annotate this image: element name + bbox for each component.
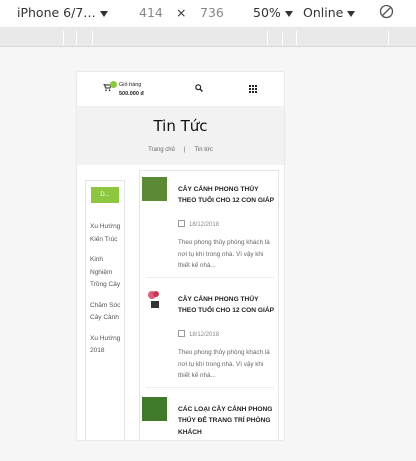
chevron-down-icon — [99, 10, 108, 17]
divider — [146, 387, 274, 388]
menu-grid-icon[interactable] — [249, 85, 257, 93]
chevron-down-icon — [284, 10, 293, 17]
cart-title: Giỏ hàng — [119, 82, 142, 88]
network-label: Online — [303, 5, 344, 20]
breadcrumb-current: Tin tức — [194, 147, 213, 153]
height-input[interactable]: 736 — [200, 5, 224, 20]
network-select[interactable]: Online — [303, 5, 356, 20]
category-link[interactable]: Chăm Sóc Cây Cảnh — [90, 300, 122, 325]
cart-total: 500.000 đ — [119, 91, 144, 97]
width-input[interactable]: 414 — [139, 5, 163, 20]
post-excerpt: Theo phong thủy phòng khách là nơi tụ kh… — [178, 239, 270, 269]
rotate-icon[interactable] — [379, 4, 394, 19]
category-link[interactable]: Xu Hướng Kiến Trúc — [90, 221, 122, 246]
mobile-page: Giỏ hàng 500.000 đ Tin Tức Trang chủ | Tin… — [77, 72, 284, 440]
breadcrumb-home[interactable]: Trang chủ — [148, 147, 175, 153]
site-header: Giỏ hàng 500.000 đ — [77, 72, 284, 107]
category-list: Xu Hướng Kiến Trúc Kinh Nghiệm Trồng Cây… — [90, 221, 122, 366]
dimension-separator: × — [176, 5, 187, 20]
category-link[interactable]: Xu Hướng 2018 — [90, 333, 122, 358]
post-thumbnail[interactable] — [142, 287, 167, 311]
cart-summary[interactable]: Giỏ hàng 500.000 đ — [119, 81, 144, 99]
post-thumbnail[interactable] — [142, 177, 167, 201]
post-date: 18/12/2018 — [178, 220, 219, 228]
breadcrumb: Trang chủ | Tin tức — [77, 147, 284, 153]
calendar-icon — [178, 330, 185, 337]
zoom-label: 50% — [253, 5, 281, 20]
post-list: CÂY CẢNH PHONG THỦY THEO TUỔI CHO 12 CON… — [139, 170, 279, 440]
breadcrumb-separator: | — [183, 147, 186, 153]
category-toggle-button[interactable]: D... — [91, 187, 119, 203]
calendar-icon — [178, 220, 185, 227]
media-query-ruler[interactable] — [0, 28, 416, 47]
devtools-toolbar: iPhone 6/7… 414 × 736 50% Online — [0, 0, 416, 28]
post-date: 18/12/2018 — [178, 330, 219, 338]
category-link[interactable]: Kinh Nghiệm Trồng Cây — [90, 254, 122, 292]
page-title: Tin Tức — [153, 117, 208, 135]
post-title[interactable]: CÁC LOẠI CÂY CẢNH PHONG THỦY ĐỂ TRANG TR… — [178, 404, 274, 438]
chevron-down-icon — [347, 10, 356, 17]
post-title[interactable]: CÂY CẢNH PHONG THỦY THEO TUỔI CHO 12 CON… — [178, 184, 274, 207]
page-banner: Tin Tức Trang chủ | Tin tức — [77, 107, 284, 165]
post-thumbnail[interactable] — [142, 397, 167, 421]
category-sidebar: D... Xu Hướng Kiến Trúc Kinh Nghiệm Trồn… — [85, 180, 125, 440]
zoom-select[interactable]: 50% — [253, 5, 293, 20]
post-excerpt: Theo phong thủy phòng khách là nơi tụ kh… — [178, 349, 270, 379]
cart-count-badge — [110, 81, 117, 88]
search-icon[interactable] — [195, 84, 203, 92]
post-title[interactable]: CÂY CẢNH PHONG THỦY THEO TUỔI CHO 12 CON… — [178, 294, 274, 317]
device-select[interactable]: iPhone 6/7… — [17, 5, 108, 20]
device-label: iPhone 6/7… — [17, 5, 96, 20]
divider — [146, 277, 274, 278]
